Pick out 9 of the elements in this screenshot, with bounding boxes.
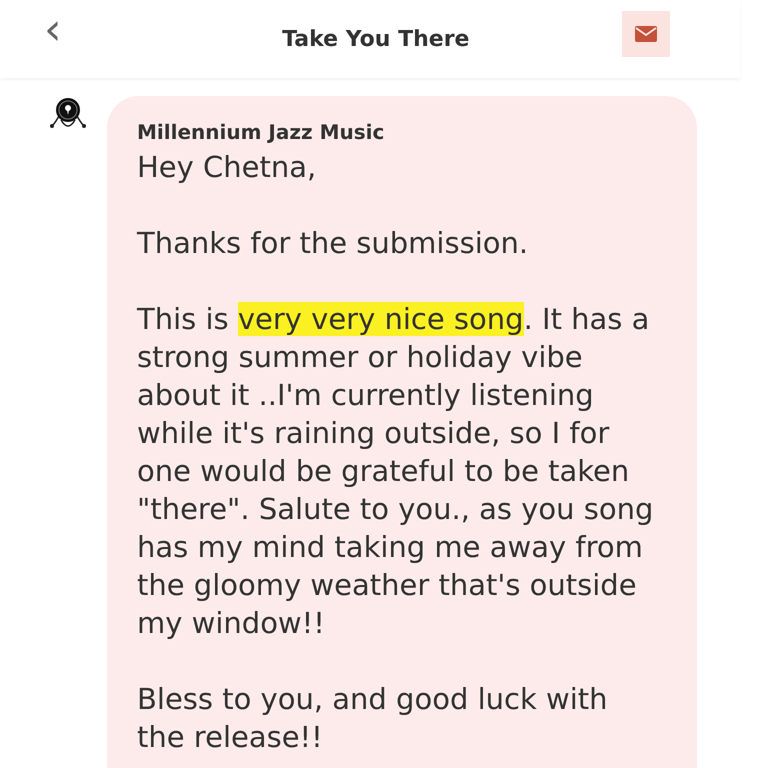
message-paragraph: Hey Chetna,: [137, 149, 318, 186]
message-paragraph: This is very very nice song. It has a strong summer or holiday vibe about it ..I'm currently listening while it's raining outside, so I for one would be grateful to be taken "there". Salute to you., as you song has my mind taking me away from the gloomy weather that's outside my window!!: [137, 301, 654, 642]
envelope-icon: [634, 26, 657, 42]
sender-name: Millennium Jazz Music: [137, 120, 386, 144]
message-paragraph: Bless to you, and good luck with the release!!: [137, 681, 608, 756]
message-paragraph: Thanks for the submission.: [137, 225, 530, 262]
conversation-title: Take You There: [282, 26, 470, 52]
back-button[interactable]: ‹: [36, 8, 70, 52]
mail-button[interactable]: [622, 11, 670, 57]
